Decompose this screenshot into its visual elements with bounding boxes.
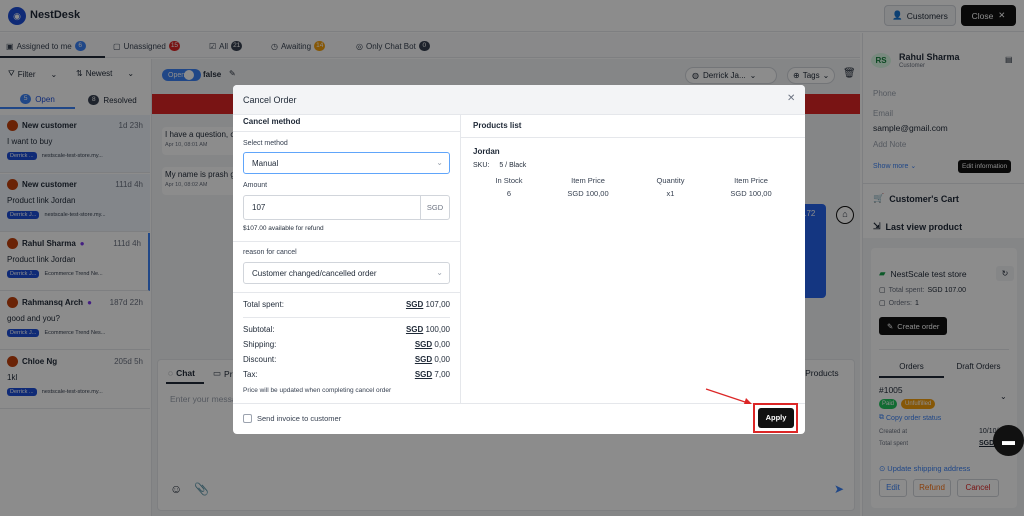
column-header: Quantity xyxy=(656,176,685,185)
select-method-label: Select method xyxy=(243,140,288,147)
divider xyxy=(243,317,450,318)
discount-row: Discount: SGD 0,00 xyxy=(243,355,450,364)
annotation-arrow xyxy=(705,388,752,404)
currency: SGD xyxy=(414,340,433,349)
currency: SGD xyxy=(414,355,433,364)
discount-label: Discount: xyxy=(243,355,277,364)
close-icon[interactable]: ✕ xyxy=(787,93,795,104)
column-header: Item Price xyxy=(571,176,605,185)
subtotal-label: Subtotal: xyxy=(243,325,275,334)
tax-value: 7,00 xyxy=(434,370,450,379)
chevron-down-icon: ⌄ xyxy=(436,268,443,277)
subtotal-row: Subtotal: SGD 100,00 xyxy=(243,325,450,334)
column-header: In Stock xyxy=(495,176,523,185)
send-invoice-label: Send invoice to customer xyxy=(257,414,342,423)
column-header: Item Price xyxy=(734,176,768,185)
total-spent-label: Total spent: xyxy=(243,300,284,309)
total-spent-row: Total spent: SGD 107,00 xyxy=(243,300,450,309)
shipping-label: Shipping: xyxy=(243,340,277,349)
method-value: Manual xyxy=(252,158,279,168)
discount-value: 0,00 xyxy=(434,355,450,364)
divider xyxy=(461,137,805,138)
tax-row: Tax: SGD 7,00 xyxy=(243,370,450,379)
shipping-row: Shipping: SGD 0,00 xyxy=(243,340,450,349)
divider xyxy=(233,241,460,242)
send-invoice-checkbox[interactable] xyxy=(243,414,252,423)
table-cell: x1 xyxy=(666,189,675,198)
currency: SGD xyxy=(405,300,424,309)
sku-value: 5 / Black xyxy=(499,162,527,169)
amount-input[interactable]: 107 SGD xyxy=(243,195,450,220)
reason-label: reason for cancel xyxy=(243,249,297,256)
amount-label: Amount xyxy=(243,182,268,189)
modal-title: Cancel Order xyxy=(243,95,297,105)
divider xyxy=(233,292,460,293)
apply-button[interactable]: Apply xyxy=(758,408,794,428)
modal-header: Cancel Order ✕ xyxy=(233,85,805,115)
section-title: Cancel method xyxy=(243,117,301,126)
column-divider xyxy=(460,115,461,403)
reason-select[interactable]: Customer changed/cancelled order ⌄ xyxy=(243,262,450,284)
sku-row: SKU: 5 / Black xyxy=(473,162,526,169)
tax-label: Tax: xyxy=(243,370,258,379)
chevron-down-icon: ⌄ xyxy=(436,158,443,167)
total-spent-value: 107,00 xyxy=(425,300,450,309)
method-select[interactable]: Manual ⌄ xyxy=(243,152,450,174)
table-cell: SGD 100,00 xyxy=(730,189,772,198)
currency: SGD xyxy=(414,370,433,379)
subtotal-value: 100,00 xyxy=(425,325,450,334)
reason-value: Customer changed/cancelled order xyxy=(252,268,377,278)
available-note: $107.00 available for refund xyxy=(243,225,324,232)
cancel-order-modal: Cancel Order ✕ Cancel method Select meth… xyxy=(233,85,805,434)
products-list-title: Products list xyxy=(473,121,522,130)
divider xyxy=(233,131,460,132)
product-name: Jordan xyxy=(473,147,500,156)
sku-label: SKU: xyxy=(473,162,490,169)
chat-widget-icon[interactable]: ▬ xyxy=(993,425,1024,456)
price-note: Price will be updated when completing ca… xyxy=(243,387,392,394)
table-cell: SGD 100,00 xyxy=(567,189,609,198)
table-cell: 6 xyxy=(506,189,512,198)
amount-value: 107 xyxy=(252,203,266,212)
shipping-value: 0,00 xyxy=(434,340,450,349)
currency-suffix: SGD xyxy=(420,196,449,219)
currency: SGD xyxy=(405,325,424,334)
